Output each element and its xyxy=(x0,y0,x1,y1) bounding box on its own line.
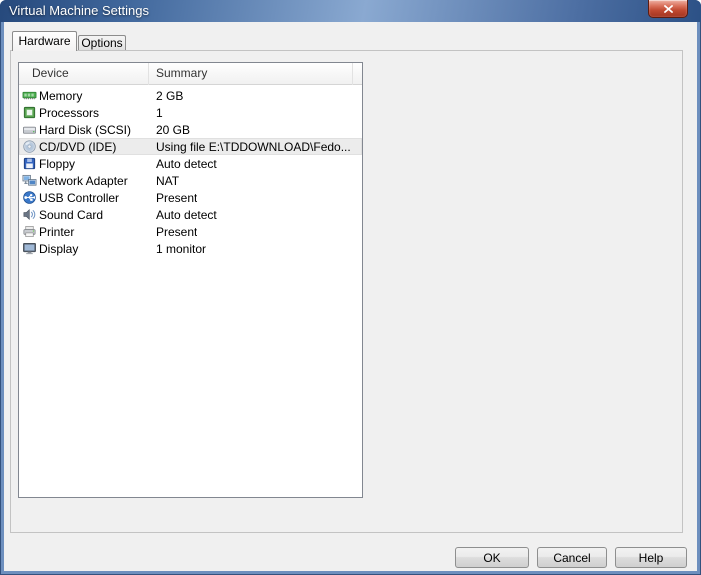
ok-button[interactable]: OK xyxy=(455,547,529,568)
memory-icon xyxy=(22,88,37,103)
device-summary: Using file E:\TDDOWNLOAD\Fedo... xyxy=(156,139,351,154)
virtual-machine-settings-dialog: Virtual Machine Settings Hardware Option… xyxy=(0,0,701,575)
device-name: Printer xyxy=(39,224,75,239)
device-list-header: Device Summary xyxy=(19,63,362,85)
device-name: USB Controller xyxy=(39,190,120,205)
close-button[interactable] xyxy=(648,0,688,18)
device-summary: NAT xyxy=(156,173,180,188)
tab-options[interactable]: Options xyxy=(78,35,126,50)
usb-icon xyxy=(22,190,37,205)
cancel-button[interactable]: Cancel xyxy=(537,547,607,568)
window-title: Virtual Machine Settings xyxy=(9,3,149,18)
device-row-usb-controller[interactable]: USB Controller Present xyxy=(19,189,362,206)
device-summary: 1 monitor xyxy=(156,241,207,256)
title-bar[interactable]: Virtual Machine Settings xyxy=(0,0,701,22)
printer-icon xyxy=(22,224,37,239)
device-summary: Present xyxy=(156,224,198,239)
device-summary: Auto detect xyxy=(156,156,217,171)
device-summary: Present xyxy=(156,190,198,205)
column-header-device[interactable]: Device xyxy=(19,63,149,85)
network-icon xyxy=(22,173,37,188)
device-name: Processors xyxy=(39,105,100,120)
hard-disk-icon xyxy=(22,122,37,137)
device-row-memory[interactable]: Memory 2 GB xyxy=(19,87,362,104)
device-name: Memory xyxy=(39,88,83,103)
floppy-icon xyxy=(22,156,37,171)
close-icon xyxy=(663,2,673,16)
tab-hardware-label: Hardware xyxy=(18,34,71,48)
device-row-network-adapter[interactable]: Network Adapter NAT xyxy=(19,172,362,189)
device-name: Display xyxy=(39,241,79,256)
device-summary: 1 xyxy=(156,105,163,120)
tab-hardware[interactable]: Hardware xyxy=(12,31,77,51)
device-row-processors[interactable]: Processors 1 xyxy=(19,104,362,121)
device-list: Device Summary Memory 2 GB Processors 1 … xyxy=(18,62,363,498)
device-name: CD/DVD (IDE) xyxy=(39,139,117,154)
display-icon xyxy=(22,241,37,256)
device-row-sound-card[interactable]: Sound Card Auto detect xyxy=(19,206,362,223)
device-name: Floppy xyxy=(39,156,76,171)
device-name: Network Adapter xyxy=(39,173,128,188)
tab-options-label: Options xyxy=(81,36,123,50)
sound-icon xyxy=(22,207,37,222)
device-row-printer[interactable]: Printer Present xyxy=(19,223,362,240)
cd-icon xyxy=(22,139,37,154)
device-row-floppy[interactable]: Floppy Auto detect xyxy=(19,155,362,172)
dialog-body: Hardware Options Device Summary Memory 2… xyxy=(4,22,697,571)
device-summary: 2 GB xyxy=(156,88,184,103)
device-name: Sound Card xyxy=(39,207,104,222)
column-header-summary[interactable]: Summary xyxy=(149,63,353,85)
device-summary: 20 GB xyxy=(156,122,191,137)
column-header-blank xyxy=(353,63,362,85)
processor-icon xyxy=(22,105,37,120)
device-row-display[interactable]: Display 1 monitor xyxy=(19,240,362,257)
device-row-cd-dvd[interactable]: CD/DVD (IDE) Using file E:\TDDOWNLOAD\Fe… xyxy=(19,138,362,155)
device-row-hard-disk[interactable]: Hard Disk (SCSI) 20 GB xyxy=(19,121,362,138)
help-button[interactable]: Help xyxy=(615,547,687,568)
device-summary: Auto detect xyxy=(156,207,217,222)
device-name: Hard Disk (SCSI) xyxy=(39,122,132,137)
